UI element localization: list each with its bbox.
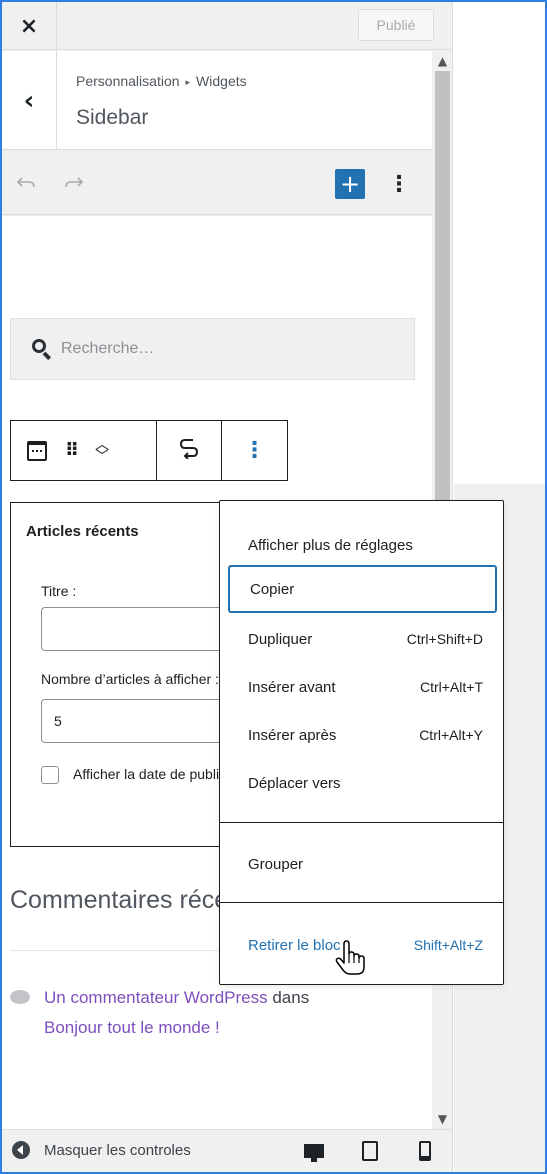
close-button[interactable]: × [2, 2, 57, 50]
menu-item-label: Déplacer vers [248, 774, 341, 792]
hide-controls-label: Masquer les controles [44, 1141, 191, 1159]
back-button[interactable]: ‹ [2, 51, 57, 150]
menu-item-label: Copier [250, 580, 295, 598]
show-date-checkbox[interactable] [41, 766, 59, 784]
customizer-window: × Publié ‹ Personnalisation ▸ Widgets Side… [0, 0, 547, 1174]
widget-title: Articles récents [26, 523, 139, 540]
transform-icon[interactable] [179, 437, 199, 465]
menu-item-group[interactable]: Grouper [228, 840, 497, 888]
comment-author-link[interactable]: Un commentateur WordPress [44, 988, 268, 1007]
block-toolbar-group-transform [157, 421, 222, 480]
customizer-topbar: × Publié [2, 2, 452, 50]
block-toolbar-group-options: ⋮ [222, 421, 287, 480]
undo-icon[interactable] [12, 169, 40, 197]
page-title: Sidebar [76, 106, 149, 129]
hide-controls-button[interactable]: Masquer les controles [12, 1141, 191, 1159]
menu-item-duplicate[interactable]: Dupliquer Ctrl+Shift+D [228, 615, 497, 663]
menu-item-label: Retirer le bloc [248, 936, 341, 954]
collapse-icon [12, 1141, 30, 1159]
section-header: ‹ Personnalisation ▸ Widgets Sidebar [2, 51, 432, 150]
post-count-label: Nombre d’articles à afficher : [41, 671, 219, 687]
title-field-label: Titre : [41, 583, 77, 599]
more-options-button[interactable]: ⋮ [385, 169, 413, 199]
search-widget [10, 318, 415, 380]
menu-item-label: Insérer après [248, 726, 337, 744]
menu-item-insert-before[interactable]: Insérer avant Ctrl+Alt+T [228, 663, 497, 711]
add-block-button[interactable]: + [335, 169, 365, 199]
menu-item-label: Insérer avant [248, 678, 336, 696]
search-input[interactable] [61, 340, 361, 358]
breadcrumb-separator-icon: ▸ [185, 77, 191, 87]
comment-entry: Un commentateur WordPress dans [10, 988, 309, 1008]
drag-handle-icon[interactable]: ⠿ [65, 440, 79, 461]
calendar-icon[interactable] [27, 440, 47, 461]
breadcrumb-current: Widgets [196, 73, 247, 89]
hand-cursor-icon [335, 940, 365, 975]
options-icon[interactable]: ⋮ [244, 438, 266, 463]
scroll-up-icon[interactable]: ▲ [432, 51, 452, 71]
scrollbar-thumb[interactable] [435, 71, 450, 511]
breadcrumb: Personnalisation ▸ Widgets [76, 73, 247, 89]
customizer-footer: Masquer les controles [2, 1129, 452, 1172]
mobile-icon[interactable] [413, 1140, 437, 1162]
menu-separator [220, 822, 503, 823]
menu-item-label: Grouper [248, 855, 304, 873]
menu-item-label: Dupliquer [248, 630, 313, 648]
menu-item-shortcut: Shift+Alt+Z [413, 937, 483, 953]
menu-item-shortcut: Ctrl+Alt+T [419, 679, 483, 695]
block-toolbar-group-main: ⠿ ︿ ﹀ [11, 421, 157, 480]
menu-item-label: Afficher plus de réglages [248, 536, 413, 554]
breadcrumb-parent: Personnalisation [76, 73, 180, 89]
tablet-icon[interactable] [358, 1140, 382, 1162]
menu-separator [220, 902, 503, 903]
comment-bubble-icon [10, 990, 30, 1004]
comment-post-link[interactable]: Bonjour tout le monde ! [44, 1018, 220, 1038]
menu-item-shortcut: Ctrl+Alt+Y [419, 727, 483, 743]
scroll-down-icon[interactable]: ▼ [432, 1109, 452, 1129]
desktop-icon[interactable] [302, 1140, 326, 1162]
menu-item-copy[interactable]: Copier [228, 565, 497, 613]
menu-item-shortcut: Ctrl+Shift+D [406, 631, 483, 647]
redo-icon[interactable] [60, 169, 88, 197]
menu-item-move-to[interactable]: Déplacer vers [228, 759, 497, 807]
move-up-down-icon[interactable]: ︿ ﹀ [95, 438, 109, 464]
search-icon [31, 338, 53, 361]
menu-item-insert-after[interactable]: Insérer après Ctrl+Alt+Y [228, 711, 497, 759]
block-options-menu: Afficher plus de réglages Copier Dupliqu… [219, 500, 504, 985]
editor-toolbar: + ⋮ [2, 151, 432, 215]
block-toolbar: ⠿ ︿ ﹀ ⋮ [10, 420, 288, 481]
menu-item-more-settings[interactable]: Afficher plus de réglages [228, 521, 497, 569]
comment-connector: dans [267, 988, 310, 1007]
publish-button[interactable]: Publié [358, 9, 434, 41]
